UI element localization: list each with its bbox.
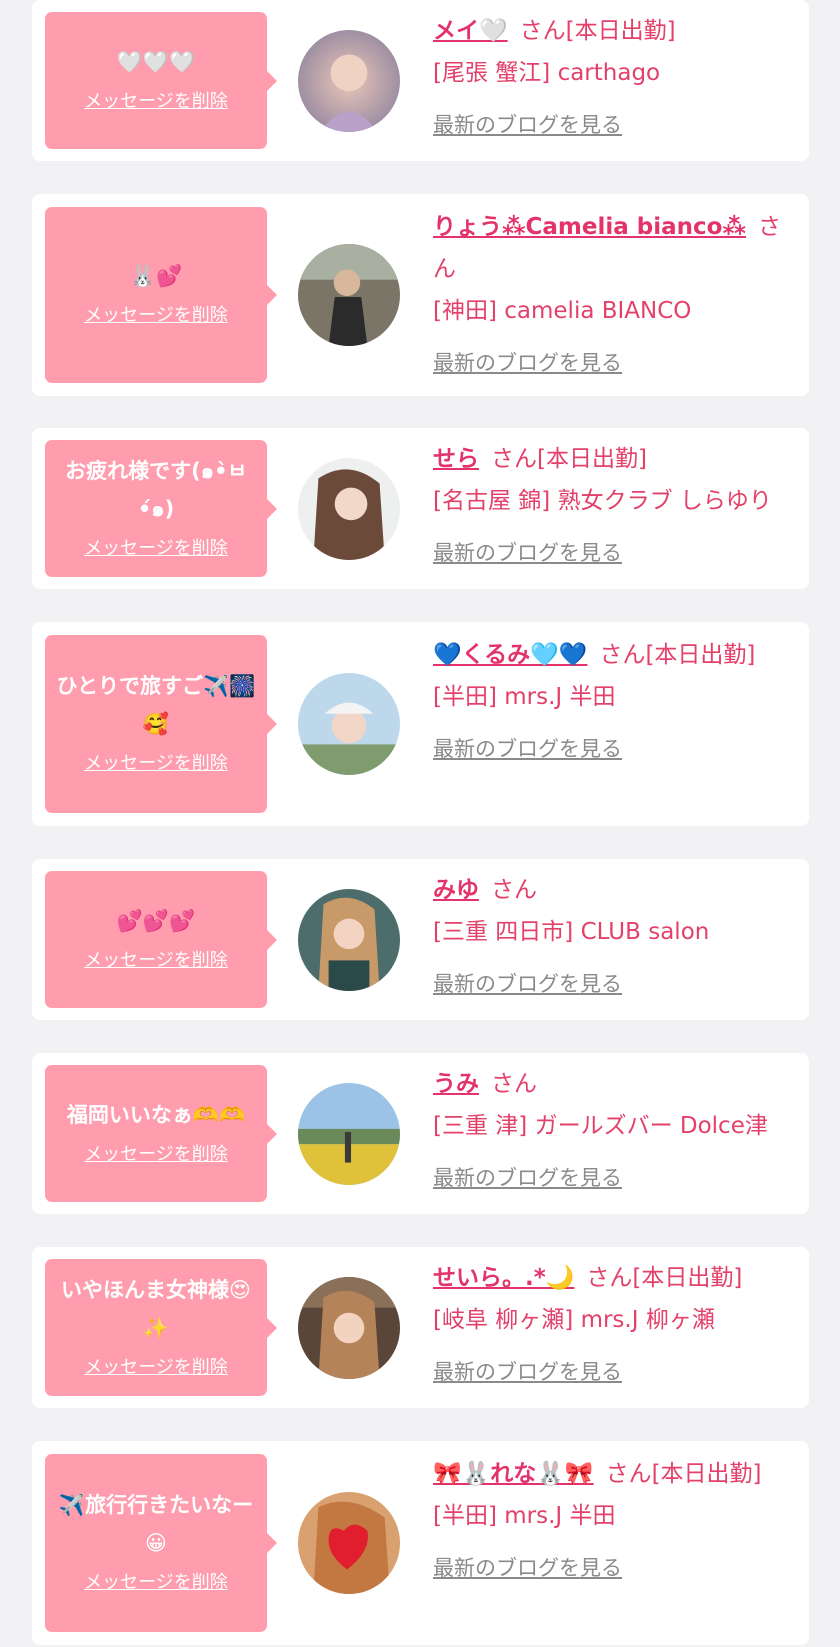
shop-info: [半田] mrs.J 半田 <box>433 684 616 710</box>
latest-blog-link[interactable]: 最新のブログを見る <box>433 1547 789 1589</box>
delete-message-link[interactable]: メッセージを削除 <box>84 85 228 119</box>
message-bubble: 🐰💕 メッセージを削除 <box>45 207 277 383</box>
entry-info: りょう⁂Camelia bianco⁂ さん [神田] camelia BIANC… <box>433 206 789 384</box>
message-bubble: 福岡いいなぁ🫶🫶 メッセージを削除 <box>45 1065 277 1202</box>
message-text: いやほんま女神様😍✨ <box>61 1277 251 1340</box>
latest-blog-link[interactable]: 最新のブログを見る <box>433 1157 789 1199</box>
avatar[interactable] <box>298 30 400 132</box>
list-item: お疲れ様です(๑•̀ㅂ•́๑) メッセージを削除 せら さん[本日出勤] [名古屋… <box>32 428 809 589</box>
delete-message-link[interactable]: メッセージを削除 <box>84 944 228 978</box>
latest-blog-link[interactable]: 最新のブログを見る <box>433 1351 789 1393</box>
shop-info: [半田] mrs.J 半田 <box>433 1503 616 1529</box>
avatar[interactable] <box>298 1277 400 1379</box>
message-bubble: 💕💕💕 メッセージを削除 <box>45 871 277 1008</box>
list-item: ひとりで旅すご✈️🎆🥰 メッセージを削除 💙くるみ🩵💙 さん[本日出勤] [半田]… <box>32 622 809 826</box>
entry-info: 🎀🐰れな🐰🎀 さん[本日出勤] [半田] mrs.J 半田 最新のブログを見る <box>433 1453 789 1589</box>
avatar[interactable] <box>298 673 400 775</box>
delete-message-link[interactable]: メッセージを削除 <box>84 1138 228 1172</box>
message-bubble: いやほんま女神様😍✨ メッセージを削除 <box>45 1259 277 1396</box>
member-name-link[interactable]: うみ <box>433 1071 479 1097</box>
message-text: 福岡いいなぁ🫶🫶 <box>66 1102 246 1127</box>
shop-info: [神田] camelia BIANCO <box>433 298 692 324</box>
latest-blog-link[interactable]: 最新のブログを見る <box>433 532 789 574</box>
shop-info: [岐阜 柳ヶ瀬] mrs.J 柳ヶ瀬 <box>433 1307 715 1333</box>
message-bubble: 🤍🤍🤍 メッセージを削除 <box>45 12 277 149</box>
message-bubble: ✈️旅行行きたいなー😀 メッセージを削除 <box>45 1454 277 1632</box>
avatar[interactable] <box>298 1492 400 1594</box>
message-text: ✈️旅行行きたいなー😀 <box>58 1493 254 1555</box>
entry-info: せいら。.*🌙 さん[本日出勤] [岐阜 柳ヶ瀬] mrs.J 柳ヶ瀬 最新のブロ… <box>433 1257 789 1393</box>
name-suffix: さん[本日出勤] <box>519 18 676 44</box>
name-suffix: さん[本日出勤] <box>599 642 756 668</box>
shop-info: [名古屋 錦] 熟女クラブ しらゆり <box>433 488 772 514</box>
message-bubble: ひとりで旅すご✈️🎆🥰 メッセージを削除 <box>45 635 277 813</box>
delete-message-link[interactable]: メッセージを削除 <box>84 747 228 781</box>
member-name-link[interactable]: メイ🤍 <box>433 18 508 44</box>
list-item: いやほんま女神様😍✨ メッセージを削除 せいら。.*🌙 さん[本日出勤] [岐阜 … <box>32 1247 809 1408</box>
latest-blog-link[interactable]: 最新のブログを見る <box>433 728 789 770</box>
delete-message-link[interactable]: メッセージを削除 <box>84 1566 228 1600</box>
list-item: 福岡いいなぁ🫶🫶 メッセージを削除 うみ さん [三重 津] ガールズバー Dol… <box>32 1053 809 1214</box>
avatar[interactable] <box>298 1083 400 1185</box>
list-item: ✈️旅行行きたいなー😀 メッセージを削除 🎀🐰れな🐰🎀 さん[本日出勤] [半田]… <box>32 1441 809 1645</box>
member-name-link[interactable]: せら <box>433 446 479 472</box>
message-text: 💕💕💕 <box>116 908 196 933</box>
message-text: 🐰💕 <box>129 264 183 288</box>
message-text: 🤍🤍🤍 <box>116 49 196 74</box>
name-suffix: さん <box>491 1071 537 1097</box>
entry-info: 💙くるみ🩵💙 さん[本日出勤] [半田] mrs.J 半田 最新のブログを見る <box>433 634 789 770</box>
entry-info: うみ さん [三重 津] ガールズバー Dolce津 最新のブログを見る <box>433 1063 789 1199</box>
entry-info: メイ🤍 さん[本日出勤] [尾張 蟹江] carthago 最新のブログを見る <box>433 10 789 146</box>
name-suffix: さん[本日出勤] <box>605 1461 762 1487</box>
avatar[interactable] <box>298 458 400 560</box>
shop-info: [尾張 蟹江] carthago <box>433 60 661 86</box>
name-suffix: さん[本日出勤] <box>491 446 647 472</box>
latest-blog-link[interactable]: 最新のブログを見る <box>433 342 789 384</box>
message-bubble: お疲れ様です(๑•̀ㅂ•́๑) メッセージを削除 <box>45 440 277 577</box>
shop-info: [三重 四日市] CLUB salon <box>433 919 710 945</box>
message-list: 🤍🤍🤍 メッセージを削除 メイ🤍 さん[本日出勤] [尾張 蟹江] carthag… <box>0 0 840 1647</box>
latest-blog-link[interactable]: 最新のブログを見る <box>433 963 789 1005</box>
delete-message-link[interactable]: メッセージを削除 <box>84 1351 228 1385</box>
entry-info: みゆ さん [三重 四日市] CLUB salon 最新のブログを見る <box>433 869 789 1005</box>
list-item: 💕💕💕 メッセージを削除 みゆ さん [三重 四日市] CLUB salon 最新… <box>32 859 809 1020</box>
member-name-link[interactable]: 💙くるみ🩵💙 <box>433 642 587 668</box>
message-text: お疲れ様です(๑•̀ㅂ•́๑) <box>65 458 247 521</box>
list-item: 🐰💕 メッセージを削除 りょう⁂Camelia bianco⁂ さん [神田] c… <box>32 194 809 396</box>
member-name-link[interactable]: りょう⁂Camelia bianco⁂ <box>433 214 746 240</box>
avatar[interactable] <box>298 244 400 346</box>
member-name-link[interactable]: 🎀🐰れな🐰🎀 <box>433 1461 594 1487</box>
entry-info: せら さん[本日出勤] [名古屋 錦] 熟女クラブ しらゆり 最新のブログを見る <box>433 438 789 574</box>
latest-blog-link[interactable]: 最新のブログを見る <box>433 104 789 146</box>
shop-info: [三重 津] ガールズバー Dolce津 <box>433 1113 768 1139</box>
member-name-link[interactable]: せいら。.*🌙 <box>433 1265 574 1291</box>
message-text: ひとりで旅すご✈️🎆🥰 <box>56 674 256 736</box>
delete-message-link[interactable]: メッセージを削除 <box>84 532 228 566</box>
member-name-link[interactable]: みゆ <box>433 877 479 903</box>
avatar[interactable] <box>298 889 400 991</box>
name-suffix: さん <box>491 877 537 903</box>
list-item: 🤍🤍🤍 メッセージを削除 メイ🤍 さん[本日出勤] [尾張 蟹江] carthag… <box>32 0 809 161</box>
delete-message-link[interactable]: メッセージを削除 <box>84 299 228 333</box>
name-suffix: さん[本日出勤] <box>586 1265 743 1291</box>
